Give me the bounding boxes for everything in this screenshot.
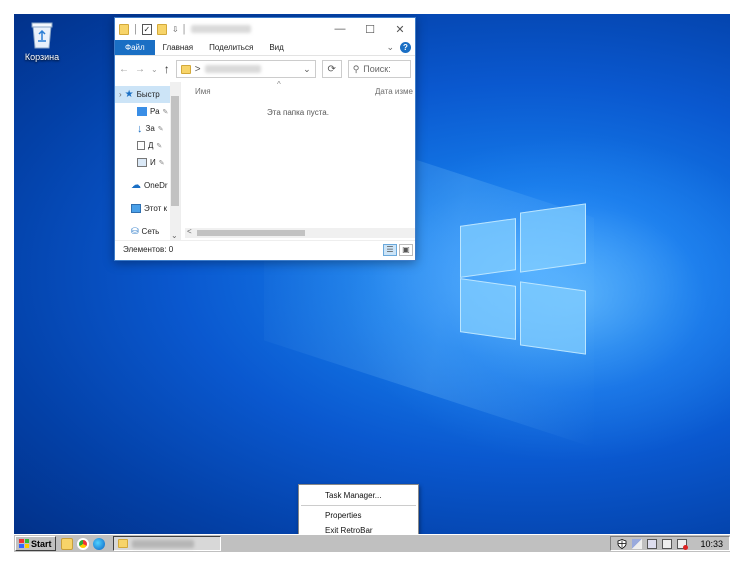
search-input[interactable]: ⚲ Поиск: — [347, 60, 411, 78]
close-button[interactable]: ✕ — [385, 18, 415, 40]
ribbon-tabs: Файл Главная Поделиться Вид ⌄ ? — [115, 40, 415, 56]
system-tray: 10:33 — [610, 536, 730, 551]
horizontal-scrollbar[interactable]: < — [185, 227, 415, 238]
display-icon[interactable] — [647, 538, 658, 549]
maximize-button[interactable]: ☐ — [355, 18, 385, 40]
tab-home[interactable]: Главная — [155, 40, 201, 55]
quick-launch — [60, 537, 105, 550]
start-label: Start — [31, 538, 52, 549]
nav-item-label: Этот к — [144, 204, 167, 213]
chevron-right-icon[interactable]: › — [119, 90, 122, 99]
address-folder-icon — [180, 64, 191, 74]
nav-scroll-thumb[interactable] — [171, 96, 179, 206]
picture-icon — [137, 158, 147, 167]
horizontal-scroll-thumb[interactable] — [197, 230, 305, 236]
nav-item-label: И — [150, 158, 156, 167]
windows-flag-icon — [19, 539, 29, 548]
column-date-modified[interactable]: Дата изме — [375, 87, 415, 96]
tab-file[interactable]: Файл — [115, 40, 155, 55]
download-arrow-icon: ↓ — [137, 122, 143, 135]
network-icon[interactable] — [632, 538, 643, 549]
back-arrow-icon[interactable]: ← — [119, 64, 129, 75]
file-explorer-icon[interactable] — [60, 537, 73, 550]
search-placeholder: Поиск: — [363, 64, 391, 74]
pin-icon: ✎ — [158, 159, 165, 167]
taskbar: Start 10:33 — [14, 534, 730, 552]
navigation-pane: › ★ Быстр Ра ✎ ↓ За ✎ Д ✎ И ✎ ☁ OneDr Эт… — [115, 82, 181, 240]
taskbar-item-title-redacted — [131, 539, 194, 548]
address-row: ← → ⌄ ↑ > ⌄ ⟳ ⚲ Поиск: — [115, 56, 415, 82]
address-separator: > — [194, 63, 201, 75]
nav-item-label: За — [145, 124, 155, 133]
explorer-body: › ★ Быстр Ра ✎ ↓ За ✎ Д ✎ И ✎ ☁ OneDr Эт… — [115, 80, 415, 240]
start-button[interactable]: Start — [15, 536, 56, 551]
nav-item-label: Ра — [150, 107, 160, 116]
desktop: Корзина | ✓ ⇩ | — ☐ ✕ Файл Главная Подел… — [14, 14, 730, 552]
taskbar-item-explorer[interactable] — [112, 536, 221, 551]
tab-view[interactable]: Вид — [261, 40, 291, 55]
nav-item-label: Сеть — [141, 227, 160, 236]
status-bar: Элементов: 0 ☰ ▣ — [115, 240, 415, 258]
empty-folder-message: Эта папка пуста. — [267, 108, 329, 117]
nav-item-label: OneDr — [144, 181, 168, 190]
star-icon: ★ — [124, 89, 134, 100]
shield-icon[interactable] — [617, 538, 627, 549]
windows-logo-wallpaper — [460, 203, 590, 355]
pin-icon: ✎ — [156, 142, 163, 150]
edge-icon[interactable] — [92, 537, 105, 550]
nav-item-label: Быстр — [136, 90, 160, 99]
pin-icon: ✎ — [162, 108, 169, 116]
desktop-icon — [137, 107, 147, 116]
file-explorer-window[interactable]: | ✓ ⇩ | — ☐ ✕ Файл Главная Поделиться Ви… — [114, 17, 416, 261]
recycle-bin-label: Корзина — [24, 52, 60, 62]
chrome-icon[interactable] — [76, 537, 89, 550]
search-icon: ⚲ — [352, 63, 360, 74]
column-headers: Имя Дата изме — [181, 82, 415, 100]
clock[interactable]: 10:33 — [700, 539, 723, 549]
tab-share[interactable]: Поделиться — [201, 40, 261, 55]
address-dropdown-icon[interactable]: ⌄ — [303, 64, 311, 75]
address-path-redacted — [204, 65, 261, 73]
address-bar[interactable]: > ⌄ — [175, 60, 316, 78]
volume-muted-icon[interactable] — [677, 538, 689, 550]
item-count: Элементов: 0 — [123, 245, 174, 254]
quick-access-dropdown-icon[interactable]: ⇩ — [172, 25, 179, 34]
menu-separator — [301, 505, 416, 506]
folder-icon — [119, 23, 129, 35]
column-name[interactable]: Имя — [181, 87, 211, 96]
scroll-down-icon[interactable]: ⌄ — [171, 231, 178, 240]
refresh-button[interactable]: ⟳ — [321, 60, 342, 78]
pin-icon: ✎ — [157, 125, 164, 133]
document-icon — [137, 141, 145, 150]
forward-arrow-icon[interactable]: → — [135, 64, 145, 75]
menu-item-properties[interactable]: Properties — [299, 508, 418, 523]
network-icon: ⛁ — [131, 226, 139, 236]
minimize-button[interactable]: — — [325, 18, 355, 40]
title-separator: | — [134, 23, 137, 35]
properties-check-icon[interactable]: ✓ — [141, 23, 152, 35]
details-view-icon[interactable]: ☰ — [383, 243, 397, 256]
help-icon[interactable]: ? — [400, 42, 411, 53]
cloud-icon: ☁ — [131, 180, 141, 191]
folder-icon — [117, 539, 128, 548]
file-list-area[interactable]: ^ Имя Дата изме Эта папка пуста. < — [181, 80, 415, 240]
window-title-redacted — [191, 25, 252, 33]
menu-item-task-manager[interactable]: Task Manager... — [299, 488, 418, 503]
ribbon-expand-icon[interactable]: ⌄ — [386, 42, 394, 53]
large-icons-view-icon[interactable]: ▣ — [399, 243, 413, 256]
monitor-icon[interactable] — [662, 538, 673, 549]
up-arrow-icon[interactable]: ↑ — [164, 62, 170, 76]
explorer-titlebar[interactable]: | ✓ ⇩ | — ☐ ✕ — [115, 18, 415, 40]
sort-arrow-icon: ^ — [277, 80, 281, 89]
recycle-bin-shortcut[interactable]: Корзина — [20, 20, 64, 62]
nav-item-label: Д — [148, 141, 154, 150]
computer-icon — [131, 204, 141, 213]
recycle-bin-icon — [29, 20, 55, 50]
nav-pane-scrollbar[interactable]: ⌄ — [170, 82, 180, 240]
scroll-left-icon[interactable]: < — [187, 227, 192, 236]
new-folder-icon[interactable] — [156, 23, 167, 35]
title-separator-2: | — [182, 23, 186, 35]
recent-locations-icon[interactable]: ⌄ — [151, 65, 158, 74]
